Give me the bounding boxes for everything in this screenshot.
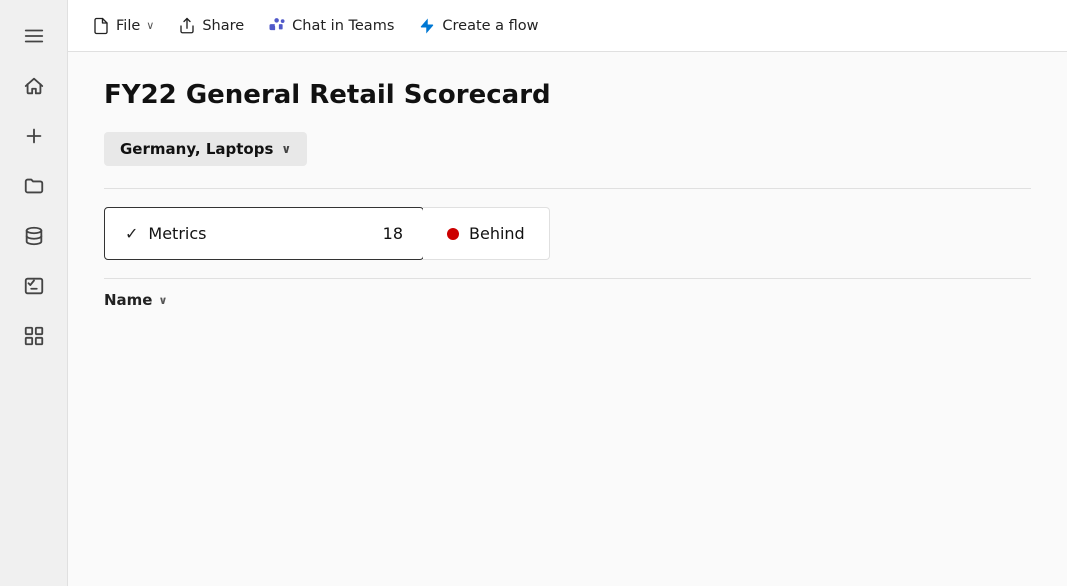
- sidebar: [0, 0, 68, 586]
- sidebar-item-browse[interactable]: [12, 164, 56, 208]
- sidebar-item-home[interactable]: [12, 64, 56, 108]
- chat-in-teams-button[interactable]: Chat in Teams: [258, 11, 404, 41]
- share-icon: [178, 17, 196, 35]
- column-header-row: Name ∨: [104, 278, 1031, 321]
- teams-icon: [268, 17, 286, 35]
- share-button[interactable]: Share: [168, 11, 254, 41]
- filter-dropdown[interactable]: Germany, Laptops ∨: [104, 132, 307, 166]
- metrics-check-icon: ✓: [125, 224, 138, 243]
- file-chevron-icon: ∨: [146, 19, 154, 32]
- file-button[interactable]: File ∨: [82, 11, 164, 41]
- metrics-label: Metrics: [148, 224, 372, 243]
- metrics-row: ✓ Metrics 18 Behind: [104, 207, 1031, 260]
- sidebar-item-menu[interactable]: [12, 14, 56, 58]
- sidebar-item-goals[interactable]: [12, 264, 56, 308]
- page-title: FY22 General Retail Scorecard: [104, 80, 1031, 110]
- sidebar-item-data[interactable]: [12, 214, 56, 258]
- status-label: Behind: [469, 224, 525, 243]
- status-card[interactable]: Behind: [423, 207, 550, 260]
- chat-label: Chat in Teams: [292, 18, 394, 34]
- name-column-chevron-icon: ∨: [158, 294, 167, 307]
- table-section: ✓ Metrics 18 Behind Name ∨: [104, 188, 1031, 321]
- share-label: Share: [202, 18, 244, 34]
- flow-label: Create a flow: [442, 18, 538, 34]
- file-icon: [92, 17, 110, 35]
- filter-row: Germany, Laptops ∨: [104, 132, 1031, 166]
- status-dot-icon: [447, 228, 459, 240]
- metrics-count: 18: [383, 224, 403, 243]
- content-area: FY22 General Retail Scorecard Germany, L…: [68, 52, 1067, 586]
- filter-chevron-icon: ∨: [281, 142, 291, 156]
- toolbar: File ∨ Share Chat in Teams: [68, 0, 1067, 52]
- sidebar-item-more[interactable]: [12, 314, 56, 358]
- create-flow-button[interactable]: Create a flow: [408, 11, 548, 41]
- name-column-label: Name: [104, 291, 152, 309]
- name-column-header[interactable]: Name ∨: [104, 283, 167, 317]
- file-label: File: [116, 18, 140, 34]
- main-panel: File ∨ Share Chat in Teams: [68, 0, 1067, 586]
- flow-icon: [418, 17, 436, 35]
- metrics-card[interactable]: ✓ Metrics 18: [104, 207, 424, 260]
- sidebar-item-new[interactable]: [12, 114, 56, 158]
- filter-label: Germany, Laptops: [120, 140, 273, 158]
